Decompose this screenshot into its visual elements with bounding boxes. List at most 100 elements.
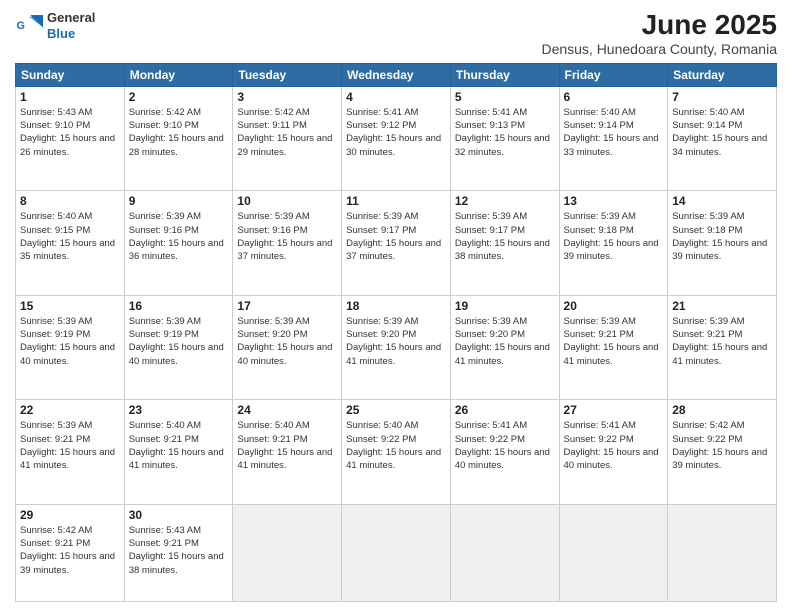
calendar-cell: 12 Sunrise: 5:39 AM Sunset: 9:17 PM Dayl…	[450, 191, 559, 296]
sunrise-label: Sunrise: 5:40 AM	[20, 211, 92, 222]
calendar-cell: 23 Sunrise: 5:40 AM Sunset: 9:21 PM Dayl…	[124, 400, 233, 505]
calendar-header-friday: Friday	[559, 63, 668, 86]
calendar-week-3: 15 Sunrise: 5:39 AM Sunset: 9:19 PM Dayl…	[16, 295, 777, 400]
calendar-cell: 20 Sunrise: 5:39 AM Sunset: 9:21 PM Dayl…	[559, 295, 668, 400]
sunset-label: Sunset: 9:22 PM	[455, 434, 525, 445]
sunrise-label: Sunrise: 5:42 AM	[20, 525, 92, 536]
daylight-label: Daylight: 15 hours and 41 minutes.	[346, 342, 441, 366]
calendar-cell: 9 Sunrise: 5:39 AM Sunset: 9:16 PM Dayli…	[124, 191, 233, 296]
calendar-cell: 1 Sunrise: 5:43 AM Sunset: 9:10 PM Dayli…	[16, 86, 125, 191]
calendar-header-saturday: Saturday	[668, 63, 777, 86]
logo-icon: G	[15, 12, 43, 40]
sunrise-label: Sunrise: 5:42 AM	[237, 107, 309, 118]
calendar-week-5: 29 Sunrise: 5:42 AM Sunset: 9:21 PM Dayl…	[16, 504, 777, 601]
page: G General Blue June 2025 Densus, Hunedoa…	[0, 0, 792, 612]
day-info: Sunrise: 5:39 AM Sunset: 9:17 PM Dayligh…	[346, 210, 446, 263]
page-subtitle: Densus, Hunedoara County, Romania	[541, 41, 777, 57]
sunset-label: Sunset: 9:22 PM	[346, 434, 416, 445]
day-info: Sunrise: 5:39 AM Sunset: 9:21 PM Dayligh…	[672, 315, 772, 368]
day-info: Sunrise: 5:39 AM Sunset: 9:20 PM Dayligh…	[346, 315, 446, 368]
day-info: Sunrise: 5:41 AM Sunset: 9:13 PM Dayligh…	[455, 106, 555, 159]
daylight-label: Daylight: 15 hours and 35 minutes.	[20, 238, 115, 262]
daylight-label: Daylight: 15 hours and 41 minutes.	[564, 342, 659, 366]
sunset-label: Sunset: 9:18 PM	[672, 225, 742, 236]
day-number: 30	[129, 508, 229, 522]
daylight-label: Daylight: 15 hours and 30 minutes.	[346, 133, 441, 157]
day-number: 15	[20, 299, 120, 313]
calendar-cell: 30 Sunrise: 5:43 AM Sunset: 9:21 PM Dayl…	[124, 504, 233, 601]
sunrise-label: Sunrise: 5:40 AM	[672, 107, 744, 118]
day-info: Sunrise: 5:39 AM Sunset: 9:16 PM Dayligh…	[237, 210, 337, 263]
daylight-label: Daylight: 15 hours and 26 minutes.	[20, 133, 115, 157]
logo-line2: Blue	[47, 26, 75, 41]
calendar-cell: 10 Sunrise: 5:39 AM Sunset: 9:16 PM Dayl…	[233, 191, 342, 296]
sunrise-label: Sunrise: 5:40 AM	[346, 420, 418, 431]
daylight-label: Daylight: 15 hours and 34 minutes.	[672, 133, 767, 157]
day-info: Sunrise: 5:39 AM Sunset: 9:18 PM Dayligh…	[564, 210, 664, 263]
sunrise-label: Sunrise: 5:39 AM	[129, 316, 201, 327]
calendar-cell: 18 Sunrise: 5:39 AM Sunset: 9:20 PM Dayl…	[342, 295, 451, 400]
day-info: Sunrise: 5:40 AM Sunset: 9:14 PM Dayligh…	[672, 106, 772, 159]
day-number: 24	[237, 403, 337, 417]
calendar-cell: 5 Sunrise: 5:41 AM Sunset: 9:13 PM Dayli…	[450, 86, 559, 191]
calendar-cell: 3 Sunrise: 5:42 AM Sunset: 9:11 PM Dayli…	[233, 86, 342, 191]
sunrise-label: Sunrise: 5:42 AM	[672, 420, 744, 431]
day-info: Sunrise: 5:40 AM Sunset: 9:22 PM Dayligh…	[346, 419, 446, 472]
day-number: 3	[237, 90, 337, 104]
sunrise-label: Sunrise: 5:39 AM	[20, 420, 92, 431]
sunrise-label: Sunrise: 5:40 AM	[564, 107, 636, 118]
calendar-cell: 22 Sunrise: 5:39 AM Sunset: 9:21 PM Dayl…	[16, 400, 125, 505]
sunrise-label: Sunrise: 5:41 AM	[455, 420, 527, 431]
sunset-label: Sunset: 9:17 PM	[346, 225, 416, 236]
sunrise-label: Sunrise: 5:41 AM	[346, 107, 418, 118]
day-number: 25	[346, 403, 446, 417]
sunset-label: Sunset: 9:20 PM	[237, 329, 307, 340]
sunrise-label: Sunrise: 5:40 AM	[129, 420, 201, 431]
day-info: Sunrise: 5:40 AM Sunset: 9:14 PM Dayligh…	[564, 106, 664, 159]
day-number: 4	[346, 90, 446, 104]
daylight-label: Daylight: 15 hours and 37 minutes.	[346, 238, 441, 262]
sunset-label: Sunset: 9:21 PM	[20, 538, 90, 549]
day-info: Sunrise: 5:39 AM Sunset: 9:16 PM Dayligh…	[129, 210, 229, 263]
day-info: Sunrise: 5:42 AM Sunset: 9:21 PM Dayligh…	[20, 524, 120, 577]
sunrise-label: Sunrise: 5:42 AM	[129, 107, 201, 118]
page-title: June 2025	[541, 10, 777, 41]
calendar-cell	[450, 504, 559, 601]
calendar-cell: 17 Sunrise: 5:39 AM Sunset: 9:20 PM Dayl…	[233, 295, 342, 400]
sunset-label: Sunset: 9:22 PM	[672, 434, 742, 445]
sunset-label: Sunset: 9:21 PM	[672, 329, 742, 340]
sunrise-label: Sunrise: 5:39 AM	[672, 211, 744, 222]
day-info: Sunrise: 5:39 AM Sunset: 9:21 PM Dayligh…	[564, 315, 664, 368]
sunrise-label: Sunrise: 5:39 AM	[129, 211, 201, 222]
sunrise-label: Sunrise: 5:40 AM	[237, 420, 309, 431]
day-number: 23	[129, 403, 229, 417]
calendar-header-tuesday: Tuesday	[233, 63, 342, 86]
daylight-label: Daylight: 15 hours and 40 minutes.	[455, 447, 550, 471]
title-block: June 2025 Densus, Hunedoara County, Roma…	[541, 10, 777, 57]
calendar-cell: 28 Sunrise: 5:42 AM Sunset: 9:22 PM Dayl…	[668, 400, 777, 505]
sunset-label: Sunset: 9:14 PM	[564, 120, 634, 131]
calendar-cell: 29 Sunrise: 5:42 AM Sunset: 9:21 PM Dayl…	[16, 504, 125, 601]
daylight-label: Daylight: 15 hours and 29 minutes.	[237, 133, 332, 157]
calendar-week-2: 8 Sunrise: 5:40 AM Sunset: 9:15 PM Dayli…	[16, 191, 777, 296]
day-info: Sunrise: 5:41 AM Sunset: 9:12 PM Dayligh…	[346, 106, 446, 159]
day-number: 20	[564, 299, 664, 313]
sunrise-label: Sunrise: 5:41 AM	[455, 107, 527, 118]
sunset-label: Sunset: 9:22 PM	[564, 434, 634, 445]
svg-text:G: G	[17, 20, 25, 32]
sunrise-label: Sunrise: 5:39 AM	[455, 316, 527, 327]
day-number: 26	[455, 403, 555, 417]
logo-line1: General	[47, 10, 95, 26]
day-info: Sunrise: 5:41 AM Sunset: 9:22 PM Dayligh…	[564, 419, 664, 472]
sunset-label: Sunset: 9:15 PM	[20, 225, 90, 236]
day-number: 2	[129, 90, 229, 104]
sunset-label: Sunset: 9:17 PM	[455, 225, 525, 236]
header: G General Blue June 2025 Densus, Hunedoa…	[15, 10, 777, 57]
day-info: Sunrise: 5:39 AM Sunset: 9:18 PM Dayligh…	[672, 210, 772, 263]
calendar-header-row: SundayMondayTuesdayWednesdayThursdayFrid…	[16, 63, 777, 86]
calendar-cell: 2 Sunrise: 5:42 AM Sunset: 9:10 PM Dayli…	[124, 86, 233, 191]
day-info: Sunrise: 5:40 AM Sunset: 9:15 PM Dayligh…	[20, 210, 120, 263]
sunset-label: Sunset: 9:21 PM	[129, 434, 199, 445]
day-info: Sunrise: 5:39 AM Sunset: 9:20 PM Dayligh…	[455, 315, 555, 368]
sunrise-label: Sunrise: 5:39 AM	[564, 316, 636, 327]
